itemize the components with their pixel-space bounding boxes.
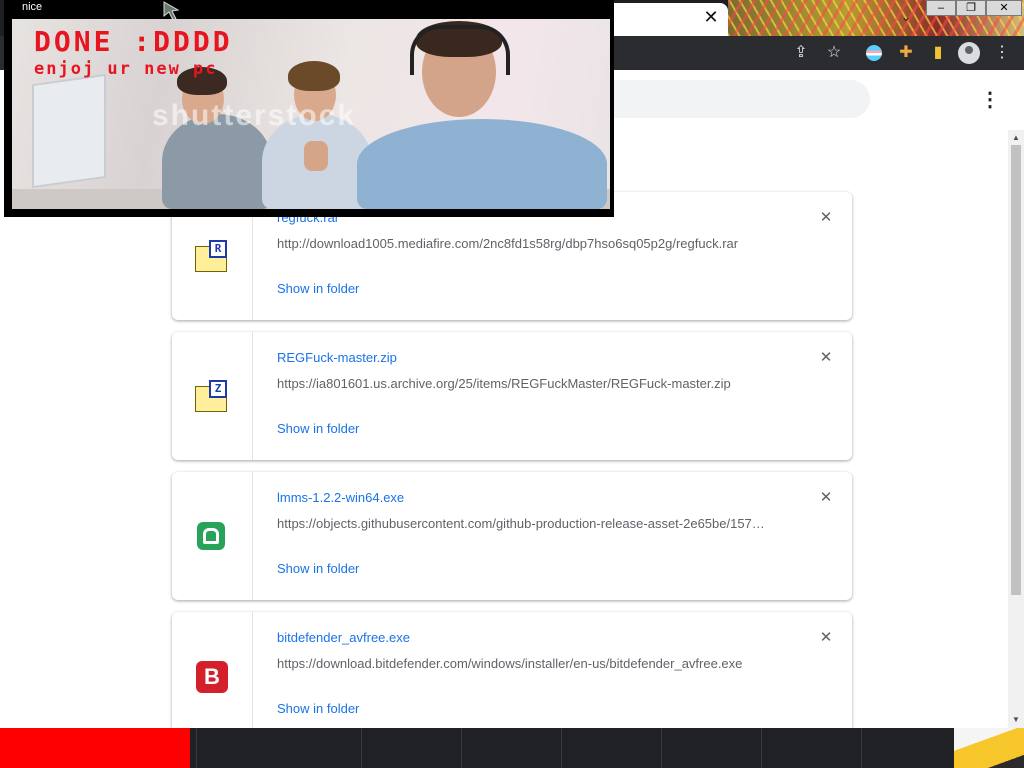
downloads-menu-icon[interactable]: ⋮	[978, 88, 1002, 112]
archive-badge: Z	[209, 380, 227, 398]
winrar-archive-icon: R	[195, 240, 229, 274]
file-icon-column: B	[172, 612, 253, 740]
archive-badge: R	[209, 240, 227, 258]
scroll-down-arrow-icon[interactable]: ▼	[1010, 714, 1022, 726]
desktop-wallpaper-corner	[954, 728, 1024, 768]
taskbar-slot[interactable]	[561, 728, 661, 768]
taskbar-slot[interactable]	[761, 728, 861, 768]
headset	[410, 25, 510, 75]
remove-download-icon[interactable]: ✕	[814, 206, 838, 230]
lmms-app-icon	[195, 520, 229, 554]
file-name-link[interactable]: REGFuck-master.zip	[277, 350, 397, 365]
file-icon-column: Z	[172, 332, 253, 460]
popup-window[interactable]: nice shutterstock DONE :DDDD enjoj ur ne…	[4, 0, 614, 217]
share-icon[interactable]: ⇪	[789, 41, 813, 65]
tab-search-icon[interactable]: ⌄	[896, 8, 916, 26]
extensions-puzzle-icon[interactable]: ✚	[894, 41, 918, 65]
file-url[interactable]: https://objects.githubusercontent.com/gi…	[277, 516, 777, 531]
popup-title: nice	[22, 1, 43, 13]
download-item: Z REGFuck-master.zip https://ia801601.us…	[172, 332, 852, 460]
tab-close-icon[interactable]: ✕	[700, 6, 722, 28]
show-in-folder-link[interactable]: Show in folder	[277, 701, 359, 716]
file-url[interactable]: http://download1005.mediafire.com/2nc8fd…	[277, 236, 777, 251]
bitdefender-app-icon: B	[195, 660, 229, 694]
show-in-folder-link[interactable]: Show in folder	[277, 421, 359, 436]
bookmark-star-icon[interactable]: ☆	[822, 41, 846, 65]
popup-image: shutterstock DONE :DDDD enjoj ur new pc	[12, 19, 610, 209]
thumbs-up-hand	[304, 141, 328, 171]
file-name-link[interactable]: bitdefender_avfree.exe	[277, 630, 410, 645]
side-panel-icon[interactable]: ▮	[926, 41, 950, 65]
zip-archive-icon: Z	[195, 380, 229, 414]
show-in-folder-link[interactable]: Show in folder	[277, 281, 359, 296]
image-watermark: shutterstock	[152, 99, 357, 132]
restore-button[interactable]: ❐	[956, 0, 986, 16]
monitor	[32, 73, 106, 189]
download-item: B bitdefender_avfree.exe https://downloa…	[172, 612, 852, 740]
taskbar-slot[interactable]	[461, 728, 561, 768]
profile-avatar-icon[interactable]	[958, 42, 980, 64]
person-front	[357, 119, 607, 209]
file-url[interactable]: https://ia801601.us.archive.org/25/items…	[277, 376, 777, 391]
download-item: lmms-1.2.2-win64.exe https://objects.git…	[172, 472, 852, 600]
file-icon-column	[172, 472, 253, 600]
done-headline: DONE :DDDD	[34, 25, 233, 58]
file-url[interactable]: https://download.bitdefender.com/windows…	[277, 656, 777, 671]
browser-menu-icon[interactable]: ⋮	[990, 41, 1014, 65]
taskbar-slot[interactable]	[661, 728, 761, 768]
taskbar-slot[interactable]	[861, 728, 961, 768]
scroll-up-arrow-icon[interactable]: ▲	[1010, 132, 1022, 144]
taskbar-start-area[interactable]	[0, 728, 190, 768]
scrollbar-thumb[interactable]	[1011, 145, 1021, 595]
taskbar-slot[interactable]	[196, 728, 296, 768]
window-close-button[interactable]: ✕	[986, 0, 1022, 16]
extension-flag-icon[interactable]	[866, 45, 882, 61]
remove-download-icon[interactable]: ✕	[814, 346, 838, 370]
file-name-link[interactable]: lmms-1.2.2-win64.exe	[277, 490, 404, 505]
remove-download-icon[interactable]: ✕	[814, 486, 838, 510]
remove-download-icon[interactable]: ✕	[814, 626, 838, 650]
enjoy-subline: enjoj ur new pc	[34, 59, 218, 79]
taskbar-slot[interactable]	[361, 728, 461, 768]
minimize-button[interactable]: –	[926, 0, 956, 16]
show-in-folder-link[interactable]: Show in folder	[277, 561, 359, 576]
